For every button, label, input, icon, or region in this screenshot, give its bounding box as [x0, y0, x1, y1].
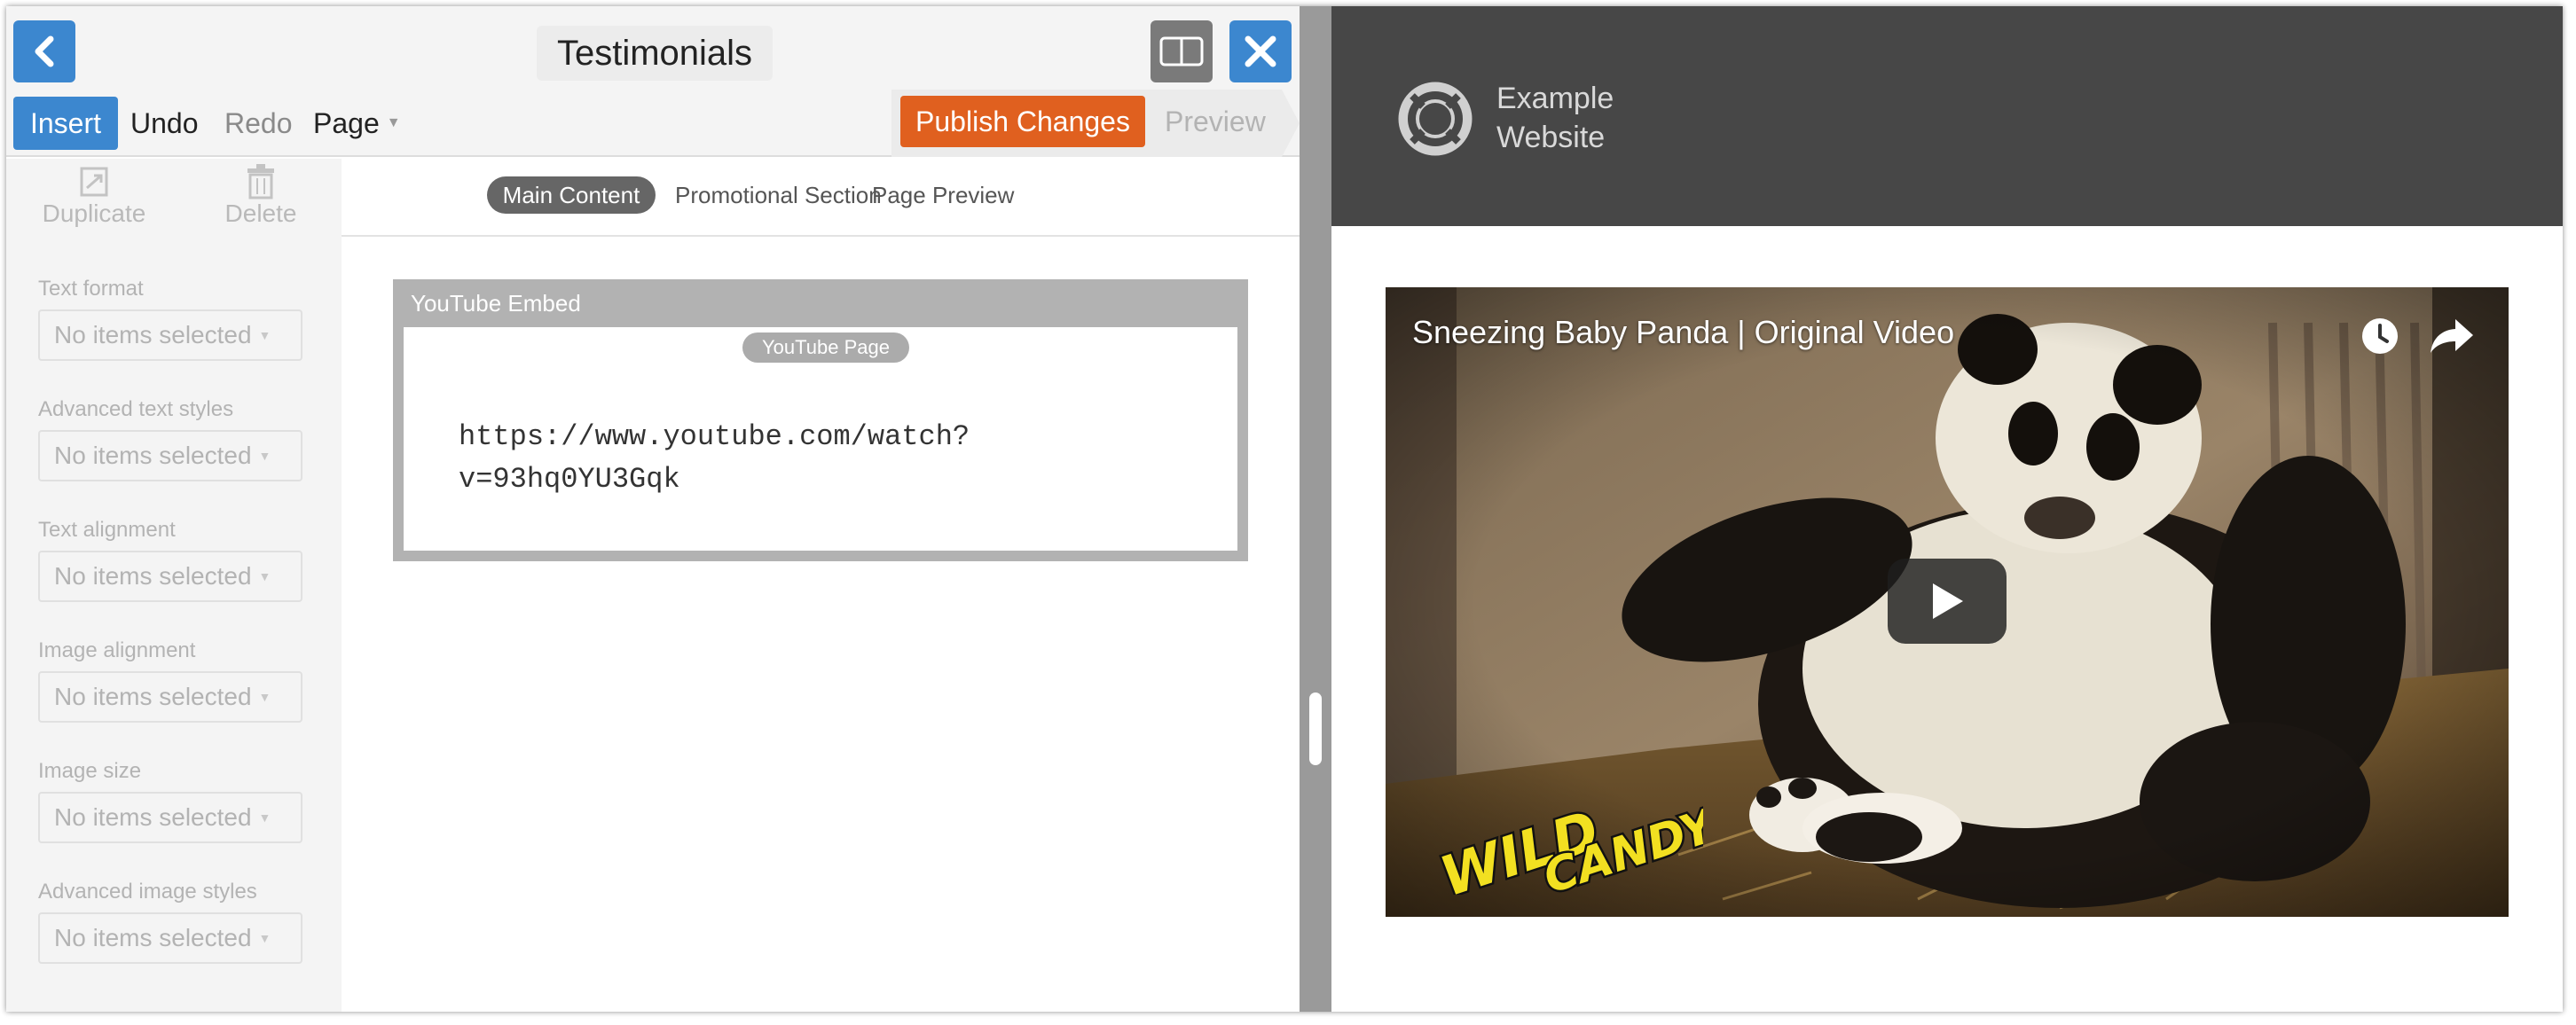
delete-button[interactable]: Delete	[194, 162, 327, 233]
resize-handle[interactable]	[1309, 692, 1322, 765]
site-name-line-2: Website	[1496, 121, 1606, 154]
redo-button[interactable]: Redo	[224, 97, 293, 150]
preview-button[interactable]: Preview	[1165, 96, 1266, 147]
publish-changes-button[interactable]: Publish Changes	[900, 96, 1145, 147]
youtube-url[interactable]: https://www.youtube.com/watch? v=93hq0YU…	[459, 416, 1080, 501]
text-format-value: No items selected	[54, 321, 252, 348]
site-preview: Example Website Sneezing Baby Panda | Or…	[1331, 6, 2563, 1012]
site-header: Example Website	[1331, 6, 2563, 226]
youtube-url-line-2: v=93hq0YU3Gqk	[459, 463, 680, 496]
clock-icon[interactable]	[2358, 314, 2402, 358]
tab-promotional-section[interactable]: Promotional Section	[675, 176, 882, 214]
embed-block-title: YouTube Embed	[411, 290, 581, 317]
advanced-text-styles-select[interactable]: No items selected ▼	[38, 430, 302, 481]
image-alignment-select[interactable]: No items selected ▼	[38, 671, 302, 723]
image-alignment-label: Image alignment	[38, 638, 196, 662]
chevron-down-icon: ▼	[258, 931, 271, 945]
duplicate-icon	[80, 167, 108, 197]
page-menu-label: Page	[313, 106, 380, 139]
chevron-down-icon: ▼	[258, 810, 271, 825]
youtube-video-player[interactable]: Sneezing Baby Panda | Original Video WIL…	[1386, 287, 2509, 917]
advanced-text-styles-label: Advanced text styles	[38, 397, 234, 421]
play-icon	[1933, 583, 1963, 619]
text-alignment-value: No items selected	[54, 562, 252, 590]
image-alignment-value: No items selected	[54, 683, 252, 710]
image-size-label: Image size	[38, 759, 142, 783]
advanced-text-styles-value: No items selected	[54, 442, 252, 469]
close-icon	[1245, 35, 1276, 67]
tab-page-preview[interactable]: Page Preview	[872, 176, 1014, 214]
image-size-select[interactable]: No items selected ▼	[38, 792, 302, 843]
format-sidebar: Duplicate Delete Text format No items se…	[6, 159, 342, 1012]
chevron-down-icon: ▼	[258, 449, 271, 463]
pane-divider	[1300, 6, 1331, 1012]
text-alignment-label: Text alignment	[38, 518, 176, 542]
close-button[interactable]	[1229, 20, 1292, 82]
trash-icon	[247, 164, 274, 200]
text-alignment-select[interactable]: No items selected ▼	[38, 551, 302, 602]
share-arrow-icon[interactable]	[2427, 314, 2477, 358]
page-title[interactable]: Testimonials	[537, 26, 773, 81]
text-format-select[interactable]: No items selected ▼	[38, 309, 302, 361]
chevron-down-icon: ▼	[258, 569, 271, 583]
undo-button[interactable]: Undo	[130, 97, 199, 150]
tab-main-content[interactable]: Main Content	[487, 176, 656, 214]
site-name: Example Website	[1496, 79, 1674, 157]
editor-pane: Testimonials Insert Undo Redo Page ▼ Pub…	[6, 6, 1300, 1012]
lifebuoy-logo-icon	[1398, 82, 1473, 156]
page-menu[interactable]: Page ▼	[313, 97, 401, 150]
split-view-button[interactable]	[1151, 20, 1213, 82]
back-arrow-icon	[35, 35, 54, 67]
split-view-icon	[1159, 36, 1204, 67]
advanced-image-styles-label: Advanced image styles	[38, 880, 257, 904]
app-frame: Testimonials Insert Undo Redo Page ▼ Pub…	[6, 6, 2563, 1012]
youtube-url-line-1: https://www.youtube.com/watch?	[459, 420, 970, 453]
chevron-down-icon: ▼	[386, 115, 401, 130]
youtube-page-badge: YouTube Page	[742, 333, 909, 363]
image-size-value: No items selected	[54, 803, 252, 831]
site-name-line-1: Example	[1496, 82, 1614, 115]
duplicate-button[interactable]: Duplicate	[27, 162, 161, 233]
youtube-embed-block[interactable]: YouTube Embed YouTube Page https://www.y…	[393, 279, 1248, 561]
insert-button[interactable]: Insert	[13, 97, 118, 150]
delete-label: Delete	[224, 200, 297, 227]
play-button[interactable]	[1888, 559, 2007, 644]
text-format-label: Text format	[38, 277, 144, 301]
advanced-image-styles-value: No items selected	[54, 924, 252, 951]
video-title[interactable]: Sneezing Baby Panda | Original Video	[1412, 314, 1954, 351]
advanced-image-styles-select[interactable]: No items selected ▼	[38, 912, 302, 964]
back-button[interactable]	[13, 20, 75, 82]
chevron-down-icon: ▼	[258, 690, 271, 704]
content-tabs: Main Content Promotional Section Page Pr…	[342, 159, 1300, 237]
chevron-down-icon: ▼	[258, 328, 271, 342]
wild-candy-logo: WILD CANDY	[1431, 795, 1703, 895]
duplicate-label: Duplicate	[42, 200, 146, 227]
embed-content[interactable]: YouTube Page https://www.youtube.com/wat…	[404, 327, 1237, 551]
